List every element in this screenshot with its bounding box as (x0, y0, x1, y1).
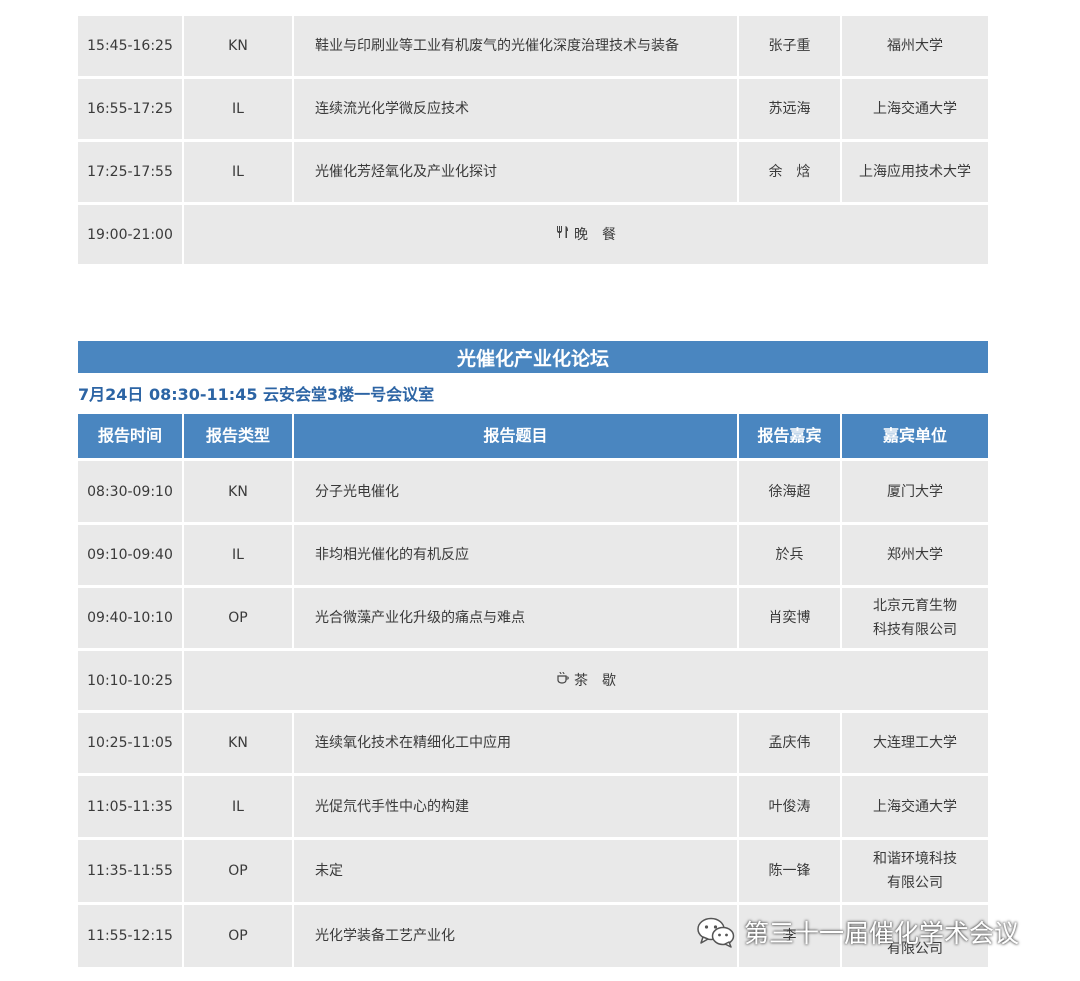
title-cell: 非均相光催化的有机反应 (294, 525, 737, 585)
affiliation-cell: 福州大学 (842, 16, 988, 76)
table-row: 16:55-17:25 IL 连续流光化学微反应技术 苏远海 上海交通大学 (78, 79, 988, 139)
type-cell: OP (184, 840, 292, 902)
table-row: 11:35-11:55 OP 未定 陈一锋 和谐环境科技 有限公司 (78, 840, 988, 902)
affiliation-text: 上海应用技术大学 (859, 164, 971, 180)
type-cell: KN (184, 461, 292, 522)
tea-label: 茶 歇 (556, 669, 616, 693)
affiliation-text: 厦门大学 (887, 483, 943, 500)
header-title: 报告题目 (294, 414, 737, 458)
title-cell: 连续氧化技术在精细化工中应用 (294, 713, 737, 773)
affiliation-text: 和谐环境科技 有限公司 (873, 851, 957, 891)
title-cell: 光催化芳烃氧化及产业化探讨 (294, 142, 737, 202)
type-cell: IL (184, 142, 292, 202)
affiliation-cell: 上海交通大学 (842, 79, 988, 139)
time-cell: 08:30-09:10 (78, 461, 182, 522)
time-cell: 16:55-17:25 (78, 79, 182, 139)
table-row: 09:40-10:10 OP 光合微藻产业化升级的痛点与难点 肖奕博 北京元育生… (78, 588, 988, 648)
speaker-cell: 孟庆伟 (739, 713, 840, 773)
table-row: 09:10-09:40 IL 非均相光催化的有机反应 於兵 郑州大学 (78, 525, 988, 585)
table-row: 11:05-11:35 IL 光促氘代手性中心的构建 叶俊涛 上海交通大学 (78, 776, 988, 837)
speaker-cell: 苏远海 (739, 79, 840, 139)
break-cell: 晚 餐 (184, 205, 988, 264)
title-cell: 光促氘代手性中心的构建 (294, 776, 737, 837)
title-cell: 连续流光化学微反应技术 (294, 79, 737, 139)
tea-break-row: 10:10-10:25 茶 歇 (78, 651, 988, 710)
header-type: 报告类型 (184, 414, 292, 458)
table-row: 15:45-16:25 KN 鞋业与印刷业等工业有机废气的光催化深度治理技术与装… (78, 16, 988, 76)
type-cell: IL (184, 776, 292, 837)
time-cell: 11:05-11:35 (78, 776, 182, 837)
tea-cup-icon (556, 669, 570, 693)
table-row: 10:25-11:05 KN 连续氧化技术在精细化工中应用 孟庆伟 大连理工大学 (78, 713, 988, 773)
session-subtitle: 7月24日 08:30-11:45 云安会堂3楼一号会议室 (78, 385, 435, 404)
speaker-cell: 张子重 (739, 16, 840, 76)
affiliation-text: 北京元育生物 科技有限公司 (873, 598, 957, 638)
affiliation-cell: 北京元育生物 科技有限公司 (842, 588, 988, 648)
dinner-label: 晚 餐 (556, 223, 616, 247)
time-cell: 17:25-17:55 (78, 142, 182, 202)
affiliation-cell: 厦门大学 (842, 461, 988, 522)
affiliation-cell: 郑州大学 (842, 525, 988, 585)
affiliation-text: 上海交通大学 (873, 101, 957, 117)
wechat-watermark: 第三十一届催化学术会议 (696, 912, 1019, 952)
affiliation-text: 郑州大学 (887, 547, 943, 563)
time-cell: 11:55-12:15 (78, 905, 182, 967)
title-cell: 光合微藻产业化升级的痛点与难点 (294, 588, 737, 648)
type-cell: OP (184, 588, 292, 648)
session-banner: 光催化产业化论坛 (78, 341, 988, 373)
speaker-cell: 於兵 (739, 525, 840, 585)
time-cell: 11:35-11:55 (78, 840, 182, 902)
type-cell: KN (184, 713, 292, 773)
time-cell: 09:10-09:40 (78, 525, 182, 585)
tea-text: 茶 歇 (574, 672, 616, 689)
affiliation-text: 大连理工大学 (873, 735, 957, 751)
header-time: 报告时间 (78, 414, 182, 458)
title-cell: 鞋业与印刷业等工业有机废气的光催化深度治理技术与装备 (294, 16, 737, 76)
table-row: 08:30-09:10 KN 分子光电催化 徐海超 厦门大学 (78, 461, 988, 522)
wechat-icon (696, 916, 736, 948)
affiliation-text: 上海交通大学 (873, 798, 957, 815)
speaker-cell: 余 焓 (739, 142, 840, 202)
time-cell: 10:10-10:25 (78, 651, 182, 710)
header-speaker: 报告嘉宾 (739, 414, 840, 458)
speaker-cell: 肖奕博 (739, 588, 840, 648)
table-header: 报告时间 报告类型 报告题目 报告嘉宾 嘉宾单位 (78, 414, 988, 458)
speaker-cell: 陈一锋 (739, 840, 840, 902)
title-cell: 光化学装备工艺产业化 (294, 905, 737, 967)
session2-table: 报告时间 报告类型 报告题目 报告嘉宾 嘉宾单位 08:30-09:10 KN … (78, 414, 988, 968)
affiliation-cell: 上海交通大学 (842, 776, 988, 837)
time-cell: 09:40-10:10 (78, 588, 182, 648)
type-cell: IL (184, 525, 292, 585)
speaker-cell: 徐海超 (739, 461, 840, 522)
time-cell: 10:25-11:05 (78, 713, 182, 773)
affiliation-cell: 上海应用技术大学 (842, 142, 988, 202)
dinner-text: 晚 餐 (574, 226, 616, 243)
session1-table: 15:45-16:25 KN 鞋业与印刷业等工业有机废气的光催化深度治理技术与装… (78, 16, 988, 264)
title-cell: 分子光电催化 (294, 461, 737, 522)
fork-knife-icon (556, 223, 570, 247)
watermark-text: 第三十一届催化学术会议 (744, 919, 1020, 948)
dinner-row: 19:00-21:00 晚 餐 (78, 205, 988, 264)
header-affiliation: 嘉宾单位 (842, 414, 988, 458)
break-cell: 茶 歇 (184, 651, 988, 710)
time-cell: 19:00-21:00 (78, 205, 182, 264)
title-cell: 未定 (294, 840, 737, 902)
affiliation-cell: 大连理工大学 (842, 713, 988, 773)
time-cell: 15:45-16:25 (78, 16, 182, 76)
affiliation-text: 福州大学 (887, 38, 943, 54)
affiliation-cell: 和谐环境科技 有限公司 (842, 840, 988, 902)
type-cell: OP (184, 905, 292, 967)
table-row: 17:25-17:55 IL 光催化芳烃氧化及产业化探讨 余 焓 上海应用技术大… (78, 142, 988, 202)
type-cell: KN (184, 16, 292, 76)
speaker-cell: 叶俊涛 (739, 776, 840, 837)
type-cell: IL (184, 79, 292, 139)
